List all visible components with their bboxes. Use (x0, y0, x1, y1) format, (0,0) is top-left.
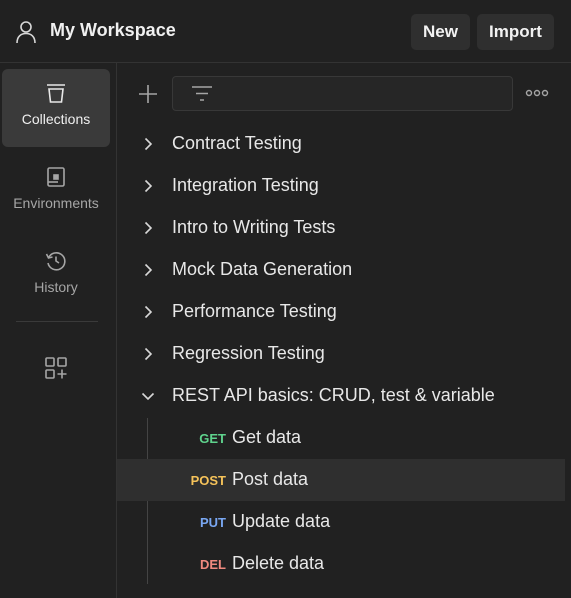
workspace-title: My Workspace (50, 20, 176, 40)
chevron-right-icon (144, 221, 153, 235)
method-badge: POST (190, 473, 226, 488)
request-label: Delete data (232, 553, 325, 573)
collection-label: Regression Testing (172, 343, 325, 363)
environments-icon (47, 167, 65, 187)
request-label: Post data (232, 469, 309, 489)
request-label: Update data (232, 511, 331, 531)
import-button[interactable]: Import (477, 14, 554, 50)
collection-label: Integration Testing (172, 175, 319, 195)
method-badge: PUT (200, 515, 226, 530)
new-button[interactable]: New (411, 14, 470, 50)
sidebar-item-environments[interactable]: Environments (2, 153, 110, 231)
sidebar-item-collections[interactable]: Collections (2, 69, 110, 147)
collection-label: Intro to Writing Tests (172, 217, 336, 237)
history-icon (45, 252, 66, 271)
more-options-icon[interactable] (524, 84, 550, 102)
chevron-right-icon (144, 179, 153, 193)
collection-item[interactable]: Mock Data Generation (117, 249, 565, 291)
collection-item[interactable]: Intro to Writing Tests (117, 207, 565, 249)
collection-label: Contract Testing (172, 133, 302, 153)
request-item[interactable]: GET Get data (117, 417, 565, 459)
chevron-down-icon (141, 392, 155, 401)
sidebar-item-label: History (34, 279, 78, 295)
collection-item[interactable]: Contract Testing (117, 123, 565, 165)
collections-icon (47, 84, 65, 103)
sidebar-divider (16, 321, 98, 322)
chevron-right-icon (144, 305, 153, 319)
user-icon (16, 21, 36, 44)
sidebar-item-history[interactable]: History (2, 237, 110, 315)
collection-label: REST API basics: CRUD, test & variable (172, 385, 495, 405)
filter-icon (192, 86, 212, 101)
chevron-right-icon (144, 263, 153, 277)
request-item[interactable]: DEL Delete data (117, 543, 565, 585)
chevron-right-icon (144, 137, 153, 151)
collection-label: Mock Data Generation (172, 259, 353, 279)
collection-item[interactable]: Integration Testing (117, 165, 565, 207)
request-item[interactable]: POST Post data (117, 459, 565, 501)
filter-input[interactable] (172, 76, 513, 111)
sidebar-item-label: Environments (13, 195, 99, 211)
request-item[interactable]: PUT Update data (117, 501, 565, 543)
method-badge: DEL (200, 557, 226, 572)
sidebar-item-label: Collections (21, 111, 91, 127)
collection-item[interactable]: REST API basics: CRUD, test & variable (117, 375, 565, 417)
workspace-header: My Workspace New Import (0, 0, 571, 63)
add-widget-icon[interactable] (42, 354, 70, 382)
sidebar: Collections Environments History (0, 63, 117, 598)
collection-label: Performance Testing (172, 301, 337, 321)
request-label: Get data (232, 427, 302, 447)
plus-icon[interactable] (134, 80, 162, 108)
chevron-right-icon (144, 347, 153, 361)
method-badge: GET (199, 431, 226, 446)
collection-item[interactable]: Performance Testing (117, 291, 565, 333)
collection-item[interactable]: Regression Testing (117, 333, 565, 375)
